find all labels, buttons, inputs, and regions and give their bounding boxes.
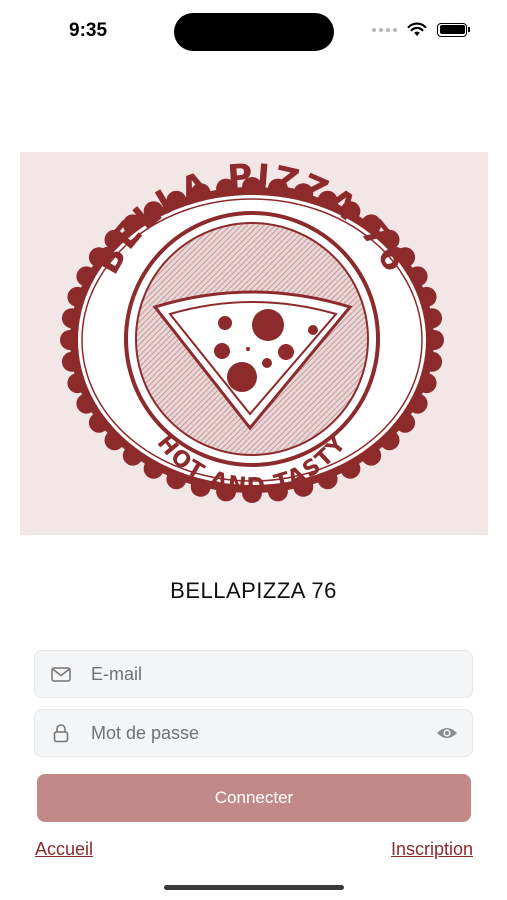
wifi-icon — [407, 22, 427, 36]
password-field[interactable] — [34, 709, 473, 757]
email-input[interactable] — [91, 663, 472, 685]
connect-button[interactable]: Connecter — [37, 774, 471, 822]
mail-icon — [31, 666, 91, 682]
cellular-signal-icon — [372, 27, 397, 32]
email-field[interactable] — [34, 650, 473, 698]
signup-link[interactable]: Inscription — [391, 839, 473, 860]
logo-image: BELLA PIZZA 76 HOT AND TASTY — [20, 152, 488, 535]
home-link[interactable]: Accueil — [35, 839, 93, 860]
battery-icon — [437, 22, 470, 37]
eye-icon[interactable] — [422, 726, 472, 740]
status-time: 9:35 — [69, 20, 108, 41]
dynamic-island — [174, 13, 334, 51]
status-icons — [372, 22, 470, 37]
lock-icon — [31, 723, 91, 743]
status-bar: 9:35 — [0, 0, 507, 64]
app-name: BELLAPIZZA 76 — [170, 578, 337, 603]
password-input[interactable] — [91, 722, 422, 744]
home-indicator — [164, 885, 344, 890]
